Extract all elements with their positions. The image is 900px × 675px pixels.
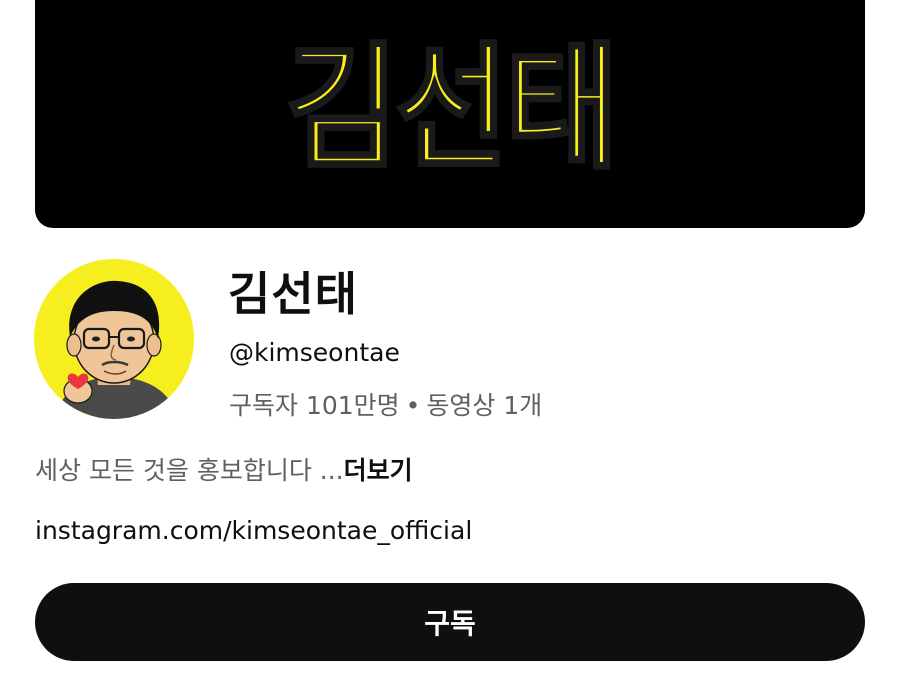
stats-separator: • [405, 391, 421, 420]
subscribe-button-label: 구독 [424, 607, 476, 640]
banner-logo: 김선태 [284, 27, 621, 189]
avatar-portrait-illustration [34, 259, 194, 419]
channel-stats: 구독자 101만명 • 동영상 1개 [229, 386, 542, 422]
channel-avatar[interactable] [34, 259, 194, 419]
subscribe-button[interactable]: 구독 [35, 583, 865, 661]
channel-handle: @kimseontae [229, 338, 400, 367]
channel-banner: 김선태 [35, 0, 865, 228]
more-link[interactable]: 더보기 [344, 456, 413, 485]
channel-description[interactable]: 세상 모든 것을 홍보합니다 ...더보기 [35, 451, 413, 487]
banner-logo-text: 김선태 [285, 29, 614, 188]
subscriber-count: 구독자 101만명 [229, 391, 400, 420]
channel-name: 김선태 [228, 267, 358, 321]
description-text: 세상 모든 것을 홍보합니다 ... [35, 456, 344, 485]
external-link[interactable]: instagram.com/kimseontae_official [35, 516, 472, 545]
video-count: 동영상 1개 [426, 391, 543, 420]
